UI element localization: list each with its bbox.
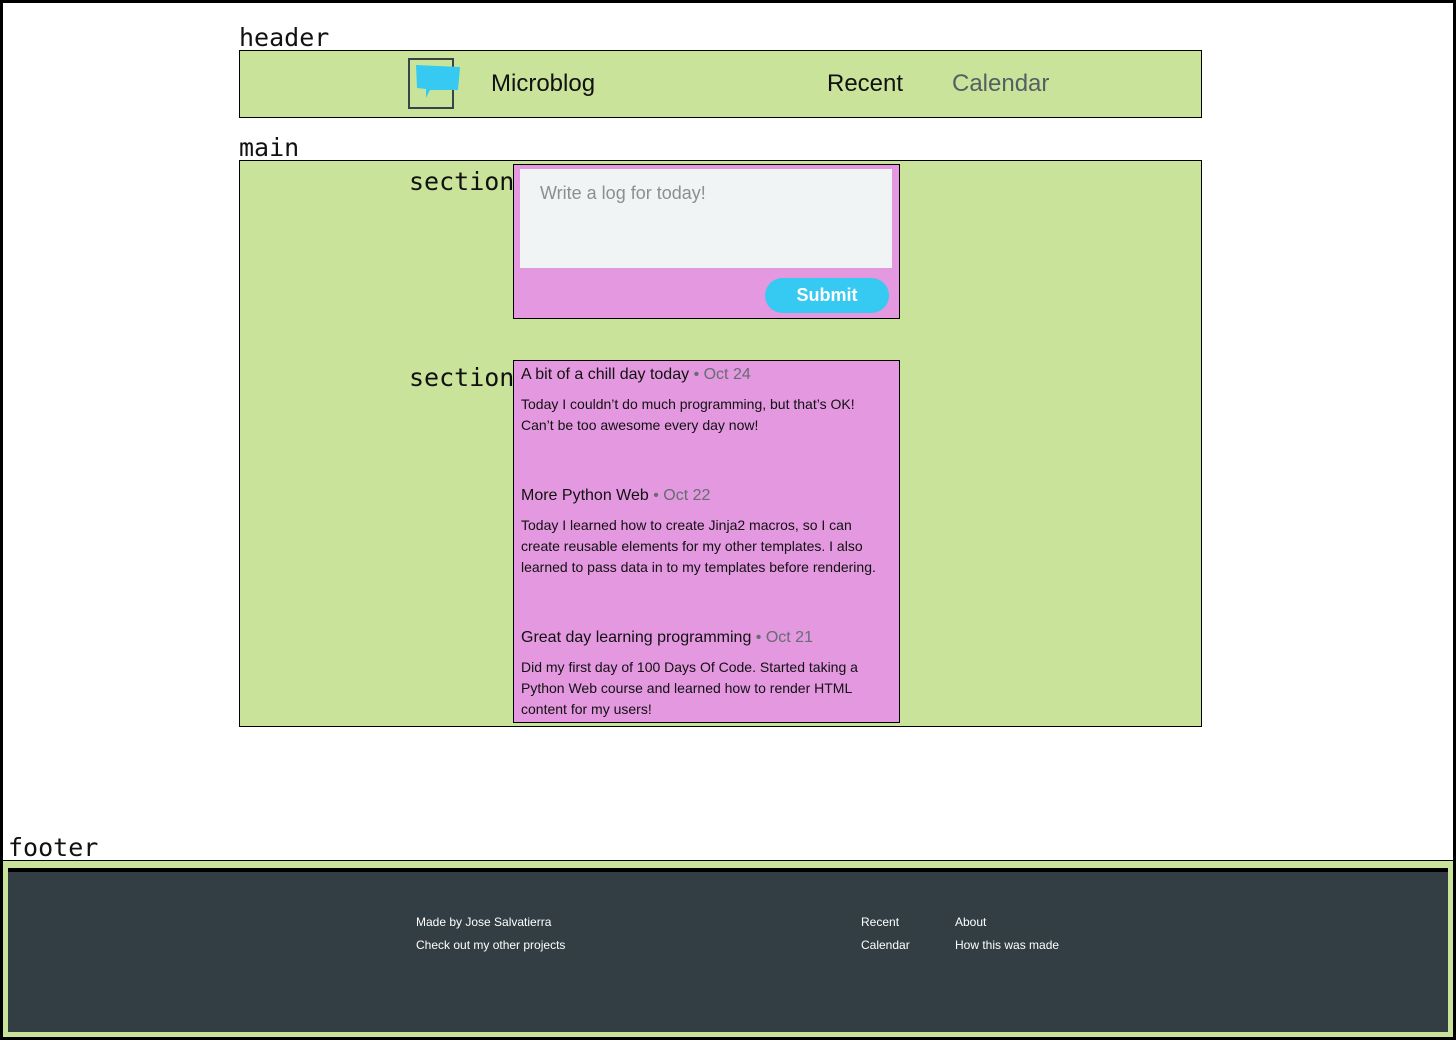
speech-bubble-icon [416,65,460,98]
nav-recent[interactable]: Recent [827,70,903,98]
entry-date: • Oct 24 [693,366,751,383]
entry-body: Today I couldn’t do much programming, bu… [521,396,855,433]
footer-link-about[interactable]: About [955,915,986,929]
footer-link-calendar[interactable]: Calendar [861,938,910,952]
entry-title: More Python Web [521,487,649,504]
log-input[interactable] [520,169,892,268]
section-label: section [409,167,515,196]
section-label: section [409,363,515,392]
footer-link-recent[interactable]: Recent [861,915,899,929]
footer-projects-link[interactable]: Check out my other projects [416,938,565,952]
footer-panel: Made by Jose Salvatierra Check out my ot… [8,868,1448,1032]
brand-name[interactable]: Microblog [491,70,595,98]
logo[interactable] [408,58,460,109]
log-entry: Great day learning programming • Oct 21 … [521,628,889,720]
log-entry: More Python Web • Oct 22 Today I learned… [521,486,889,578]
footer-label: footer [8,833,99,862]
footer-credit: Made by Jose Salvatierra [416,915,552,929]
footer-link-how-made[interactable]: How this was made [955,938,1059,952]
main: section Submit section A bit of a chill … [239,160,1202,727]
entry-body: Did my first day of 100 Days Of Code. St… [521,659,858,717]
main-label: main [239,133,300,162]
nav-calendar[interactable]: Calendar [952,70,1049,98]
entry-title: Great day learning programming [521,629,752,646]
compose-section: Submit [513,164,900,319]
entry-title: A bit of a chill day today [521,366,690,383]
header-label: header [239,23,330,52]
entry-date: • Oct 21 [755,629,813,646]
footer: Made by Jose Salvatierra Check out my ot… [3,860,1453,1037]
entry-body: Today I learned how to create Jinja2 mac… [521,517,876,575]
header: Microblog Recent Calendar [239,50,1202,118]
log-entry: A bit of a chill day today • Oct 24 Toda… [521,365,889,436]
submit-button[interactable]: Submit [765,278,889,313]
entry-date: • Oct 22 [653,487,711,504]
entries-section: A bit of a chill day today • Oct 24 Toda… [513,360,900,723]
